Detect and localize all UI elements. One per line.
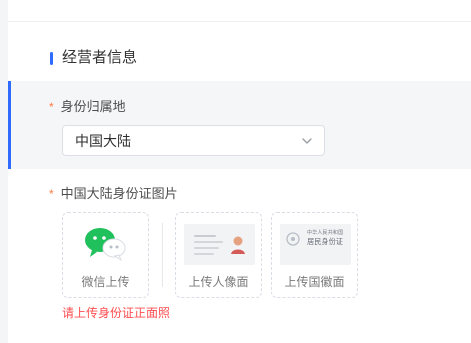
id-images-label-text: 中国大陆身份证图片 bbox=[60, 186, 178, 201]
section-accent-bar bbox=[50, 51, 53, 65]
upload-emblem-side-label: 上传国徽面 bbox=[284, 275, 345, 289]
region-label: * 身份归属地 bbox=[49, 98, 126, 116]
active-field-indicator bbox=[8, 81, 11, 169]
wechat-icon bbox=[85, 228, 126, 261]
id-card-title-text: 居民身份证 bbox=[307, 237, 343, 246]
id-images-label: * 中国大陆身份证图片 bbox=[49, 185, 178, 203]
id-portrait-icon bbox=[184, 224, 255, 265]
section-title: 经营者信息 bbox=[50, 48, 137, 68]
id-card-country-text: 中华人民共和国 bbox=[307, 228, 343, 236]
region-select-value: 中国大陆 bbox=[75, 133, 131, 149]
id-emblem-icon: 中华人民共和国 居民身份证 bbox=[280, 224, 351, 265]
chevron-down-icon bbox=[302, 138, 312, 144]
upload-portrait-side-button[interactable]: 上传人像面 bbox=[175, 212, 262, 298]
wechat-upload-label: 微信上传 bbox=[81, 275, 130, 289]
top-divider bbox=[8, 21, 471, 22]
region-select[interactable]: 中国大陆 bbox=[62, 125, 325, 156]
id-image-error: 请上传身份证正面照 bbox=[62, 306, 171, 320]
wechat-upload-button[interactable]: 微信上传 bbox=[62, 212, 149, 298]
upload-emblem-side-button[interactable]: 中华人民共和国 居民身份证 上传国徽面 bbox=[271, 212, 358, 298]
section-title-text: 经营者信息 bbox=[62, 49, 138, 66]
required-mark: * bbox=[49, 187, 54, 201]
operator-info-page: 经营者信息 * 身份归属地 中国大陆 * 中国大陆身份证图片 微信上传 上传人像… bbox=[0, 0, 471, 343]
upload-divider bbox=[162, 223, 163, 287]
region-label-text: 身份归属地 bbox=[60, 99, 126, 114]
required-mark: * bbox=[49, 100, 54, 114]
upload-portrait-side-label: 上传人像面 bbox=[188, 275, 249, 289]
